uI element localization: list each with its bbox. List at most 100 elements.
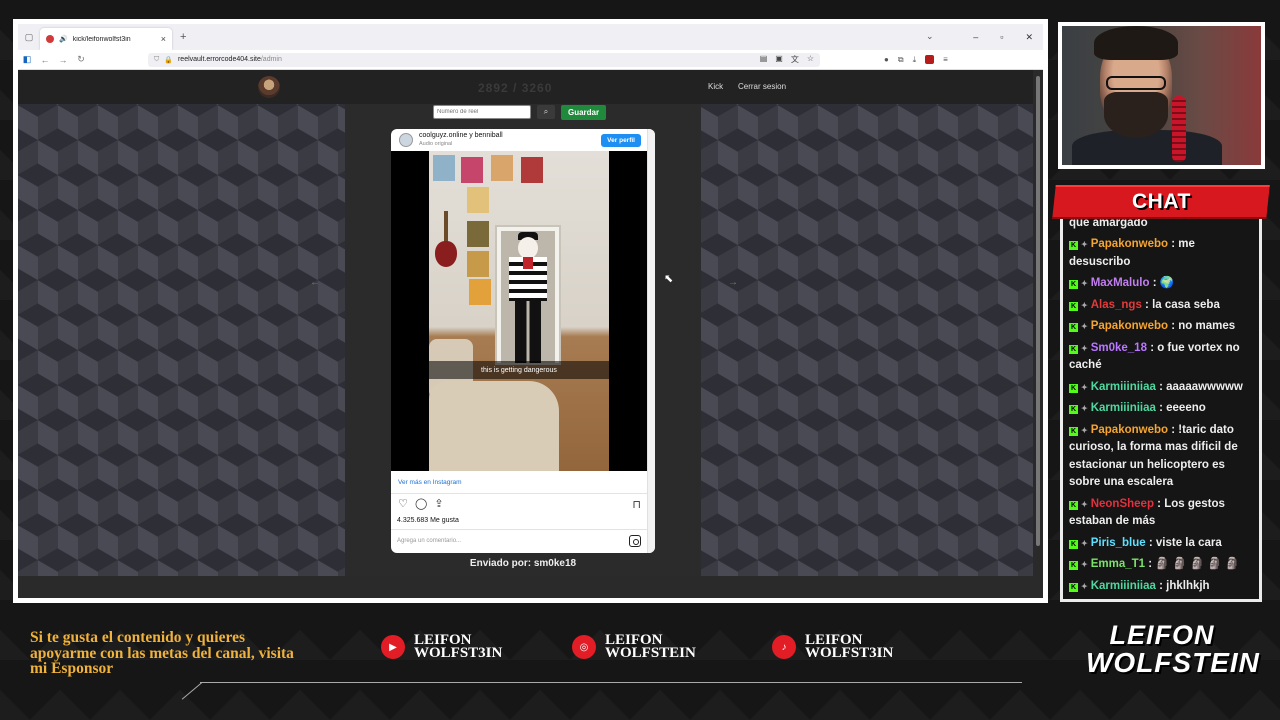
chat-username[interactable]: NeonSheep (1091, 498, 1154, 510)
chat-text: : 🗿 🗿 🗿 🗿 🗿 (1148, 558, 1240, 570)
url-path: /admin (260, 56, 282, 63)
chat-text: : la casa seba (1145, 298, 1220, 311)
forward-icon[interactable]: → (54, 55, 72, 65)
kick-badge-icon: K (1069, 500, 1078, 510)
embed-username[interactable]: coolguyz.online y benniball (419, 132, 503, 139)
user-badge-icon: ✦ (1081, 322, 1088, 331)
new-tab-button[interactable]: + (180, 31, 186, 43)
webcam-feed (1062, 26, 1261, 165)
menu-icon[interactable]: ≡ (943, 55, 948, 65)
save-button[interactable]: Guardar (561, 104, 607, 120)
sent-by-label: Enviado por: sm0ke18 (469, 558, 577, 569)
chat-message: K ✦ Karmiiiniiaa : jhklhkjh (1069, 578, 1255, 596)
sidebar-toggle-icon[interactable]: ◧ (18, 54, 36, 65)
speaker-icon[interactable]: 🔊 (59, 35, 68, 43)
view-profile-button[interactable]: Ver perfil (601, 134, 641, 147)
shield-icon[interactable]: ⛉ (154, 56, 159, 64)
user-badge-icon: ✦ (1081, 382, 1088, 392)
search-button[interactable]: ⌕ (537, 105, 555, 119)
chat-username[interactable]: Karmiiiniiaa (1091, 402, 1156, 414)
chat-text: : no mames (1171, 320, 1236, 332)
lock-icon[interactable]: 🔒 (164, 56, 173, 64)
url-domain: reelvault.errorcode404.site (177, 56, 261, 63)
account-icon[interactable]: ● (884, 55, 889, 65)
user-badge-icon: ✦ (1081, 538, 1088, 548)
next-arrow-icon[interactable]: → (728, 277, 738, 288)
tab-sidebar-icon[interactable]: ▢ (18, 24, 40, 50)
bookmark-star-icon[interactable]: ☆ (807, 54, 814, 65)
kick-badge-icon: K (1069, 344, 1078, 354)
search-icon: ⌕ (543, 107, 549, 116)
brand-logo: LEIFON WOLFSTEIN (1086, 622, 1259, 678)
poster (491, 155, 513, 181)
reel-number-input[interactable] (433, 105, 531, 119)
site-logo[interactable] (258, 76, 280, 98)
chat-username[interactable]: Papakonwebo (1091, 320, 1168, 332)
chat-message: K ✦ Piris_blue : viste la cara (1069, 535, 1255, 553)
chat-username[interactable]: Emma_T1 (1091, 558, 1145, 570)
translate-icon[interactable]: 文 (791, 54, 799, 65)
heart-icon[interactable]: ♡ (397, 498, 409, 510)
instagram-name: LEIFON WOLFSTEIN (605, 632, 696, 661)
kick-badge-icon: K (1069, 582, 1078, 592)
bookmark-icon[interactable]: ⊓ (632, 498, 641, 511)
chat-username[interactable]: Papakonwebo (1091, 238, 1168, 250)
kick-badge-icon: K (1069, 383, 1078, 393)
comment-icon[interactable]: ◯ (415, 498, 427, 510)
kick-badge-icon: K (1069, 323, 1078, 332)
user-badge-icon: ✦ (1081, 240, 1088, 249)
picture-icon[interactable]: ▣ (775, 54, 783, 65)
close-window-icon[interactable]: ✕ (1025, 32, 1033, 43)
scroll-thumb[interactable] (1036, 76, 1040, 546)
chat-panel: que amargado K ✦ Papakonwebo : me desuscri… (1060, 210, 1262, 602)
reel-counter: 2892 / 3260 (478, 81, 553, 95)
chat-message: K ✦ Alas_ngs : la casa seba (1069, 297, 1255, 315)
view-more-link[interactable]: Ver más en Instagram (398, 479, 462, 486)
back-icon[interactable]: ← (36, 55, 54, 65)
downloads-icon[interactable]: ⤓ (913, 55, 917, 65)
tab-list-chevron-icon[interactable]: ⌄ (926, 31, 934, 42)
youtube-name: LEIFON WOLFST3IN (414, 632, 503, 661)
user-badge-icon: ✦ (1081, 499, 1088, 509)
maximize-icon[interactable]: ▫ (1000, 32, 1003, 43)
previous-arrow-icon[interactable]: ← (310, 277, 320, 288)
chat-username[interactable]: Alas_ngs (1091, 299, 1142, 311)
chat-username[interactable]: Sm0ke_18 (1091, 342, 1147, 354)
instagram-logo-icon[interactable] (629, 535, 641, 547)
kick-badge-icon: K (1069, 301, 1078, 311)
browser-window: ▢ 🔊 kick/leifonwolfst3in × + – ▫ ✕ ⌄ ◧ ←… (13, 19, 1048, 603)
chat-username[interactable]: Karmiiiniiaa (1091, 580, 1156, 592)
reader-view-icon[interactable]: ▤ (760, 54, 768, 65)
ublock-extension-icon[interactable] (925, 54, 935, 64)
chat-header: CHAT (1052, 185, 1270, 219)
poster (467, 251, 489, 277)
tab-close-icon[interactable]: × (161, 34, 166, 44)
extensions-icon[interactable]: ⧉ (898, 55, 904, 65)
reel-video[interactable]: this is getting dangerous (391, 151, 647, 471)
browser-viewport: ▢ 🔊 kick/leifonwolfst3in × + – ▫ ✕ ⌄ ◧ ←… (18, 24, 1043, 598)
chat-username[interactable]: Papakonwebo (1091, 424, 1168, 436)
instagram-icon: ◎ (572, 635, 596, 659)
nav-link-kick[interactable]: Kick (708, 82, 723, 91)
decorative-slash (181, 682, 203, 700)
tab-active[interactable]: 🔊 kick/leifonwolfst3in × (40, 28, 172, 50)
chat-message: K ✦ Emma_T1 : 🗿 🗿 🗿 🗿 🗿 (1069, 556, 1255, 574)
tab-bar: ▢ 🔊 kick/leifonwolfst3in × + – ▫ ✕ ⌄ (18, 24, 1043, 50)
share-icon[interactable]: ⇪ (433, 498, 445, 510)
url-bar[interactable]: ⛉ 🔒 reelvault.errorcode404.site/admin ▤ … (148, 52, 820, 67)
chat-username[interactable]: Piris_blue (1091, 537, 1146, 549)
comment-input[interactable]: Agrega un comentario... (397, 538, 461, 544)
avatar[interactable] (399, 133, 413, 147)
page-content: 2892 / 3260 Kick Cerrar sesion ⌕ Guardar… (18, 70, 1033, 576)
chat-username[interactable]: MaxMalulo (1091, 277, 1150, 289)
guitar-icon (435, 211, 457, 267)
embed-audio[interactable]: Audio original (419, 141, 452, 147)
minimize-icon[interactable]: – (973, 32, 978, 43)
page-scrollbar[interactable] (1033, 70, 1043, 576)
user-badge-icon: ✦ (1081, 300, 1088, 310)
nav-link-logout[interactable]: Cerrar sesion (738, 82, 786, 91)
youtube-social: ▶ LEIFON WOLFST3IN (381, 632, 510, 661)
reload-icon[interactable]: ↻ (72, 54, 90, 65)
chat-username[interactable]: Karmiiiniiaa (1091, 381, 1156, 393)
embed-scrollbar[interactable] (647, 129, 655, 553)
